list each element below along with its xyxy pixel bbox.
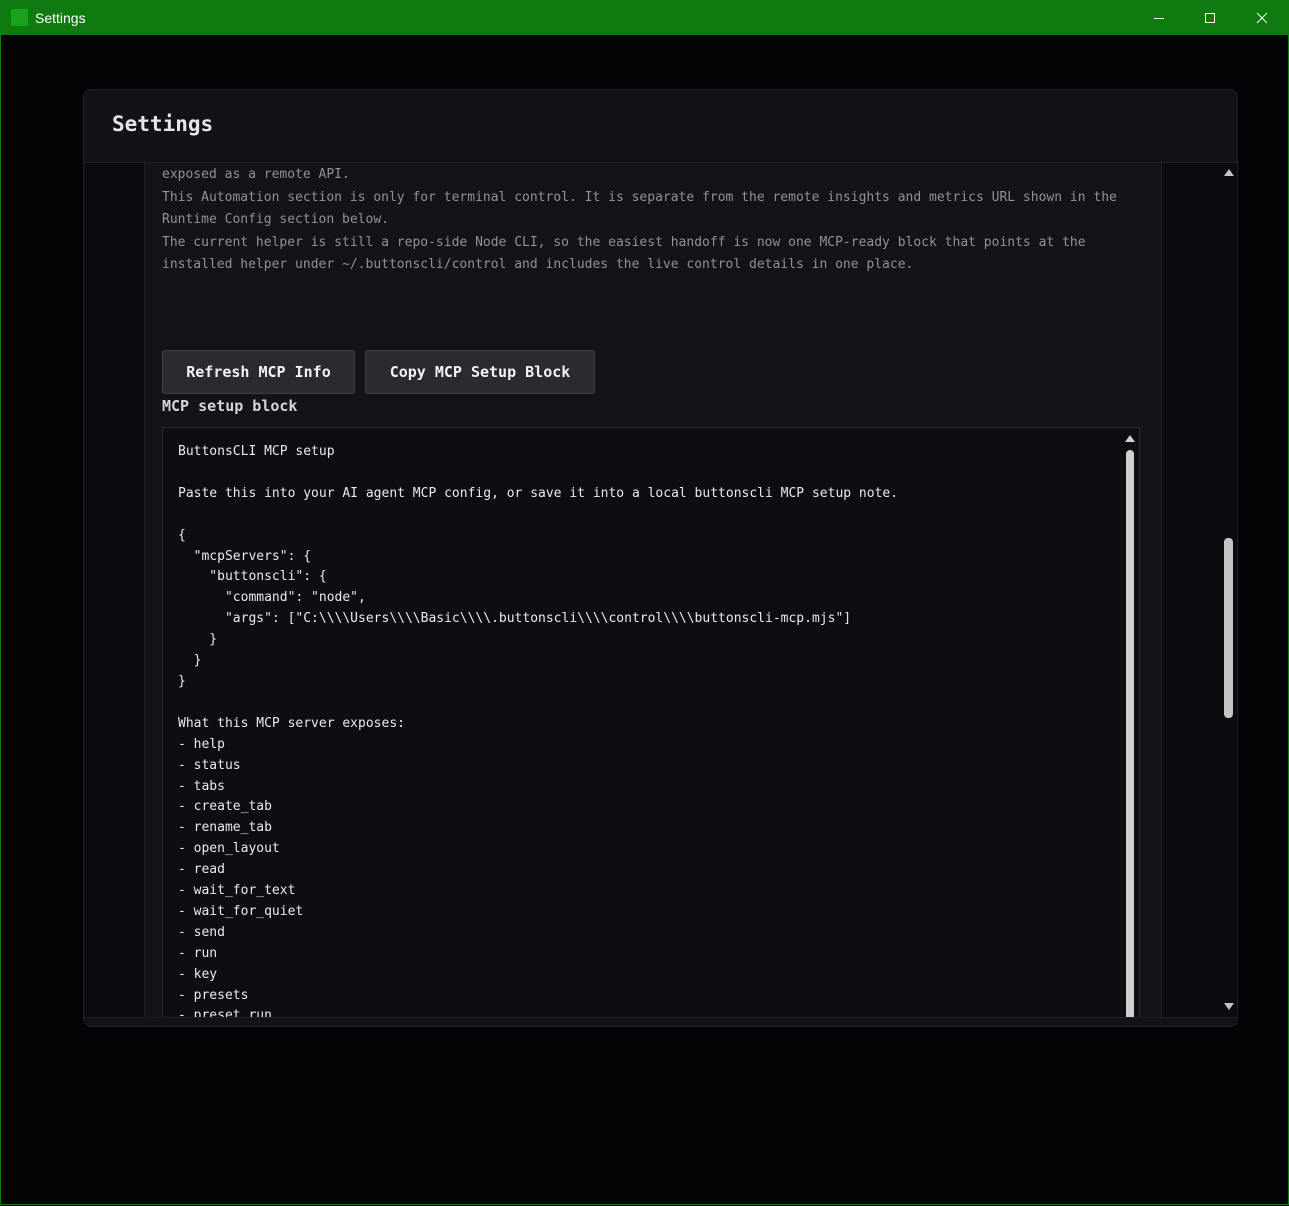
- minimize-button[interactable]: [1136, 0, 1182, 35]
- scroll-up-arrow-icon[interactable]: [1125, 435, 1135, 442]
- dialog-header: Settings: [84, 90, 1237, 163]
- maximize-icon: [1205, 12, 1215, 23]
- settings-scrollbar[interactable]: [1221, 163, 1237, 1017]
- window-titlebar[interactable]: Settings: [0, 0, 1289, 35]
- settings-scroll-area[interactable]: exposed as a remote API. This Automation…: [84, 163, 1237, 1017]
- mcp-setup-textarea[interactable]: ButtonsCLI MCP setup Paste this into you…: [162, 427, 1140, 1017]
- automation-description-line: Runtime Config section below.: [162, 212, 389, 227]
- window-title: Settings: [35, 10, 86, 26]
- settings-scrollbar-thumb[interactable]: [1224, 538, 1233, 718]
- dialog-footer: [84, 1017, 1237, 1026]
- mcp-setup-scrollbar[interactable]: [1123, 430, 1137, 1017]
- app-icon: [11, 9, 28, 26]
- minimize-icon: [1154, 17, 1164, 19]
- automation-description-line: installed helper under ~/.buttonscli/con…: [162, 257, 914, 272]
- close-button[interactable]: [1239, 0, 1285, 35]
- refresh-mcp-info-button[interactable]: Refresh MCP Info: [162, 350, 355, 394]
- mcp-setup-block-label: MCP setup block: [162, 397, 298, 415]
- automation-description-line: This Automation section is only for term…: [162, 190, 1117, 205]
- automation-description-line: exposed as a remote API.: [162, 167, 350, 182]
- copy-mcp-setup-block-button[interactable]: Copy MCP Setup Block: [365, 350, 595, 394]
- settings-dialog: Settings exposed as a remote API. This A…: [83, 89, 1238, 1027]
- close-icon: [1256, 12, 1268, 23]
- scroll-up-arrow-icon[interactable]: [1224, 169, 1234, 176]
- mcp-setup-text: ButtonsCLI MCP setup Paste this into you…: [178, 444, 899, 1017]
- dialog-title: Settings: [112, 112, 214, 136]
- scroll-down-arrow-icon[interactable]: [1224, 1003, 1234, 1010]
- maximize-button[interactable]: [1187, 0, 1233, 35]
- mcp-setup-scrollbar-thumb[interactable]: [1126, 450, 1134, 1017]
- automation-description-line: The current helper is still a repo-side …: [162, 235, 1086, 250]
